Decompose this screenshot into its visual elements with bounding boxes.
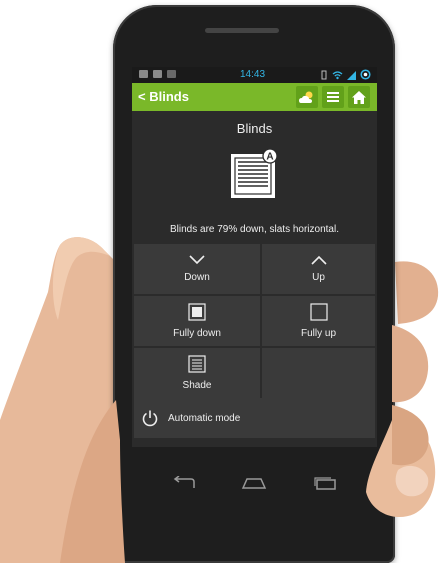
thumb-illustration bbox=[60, 325, 436, 563]
